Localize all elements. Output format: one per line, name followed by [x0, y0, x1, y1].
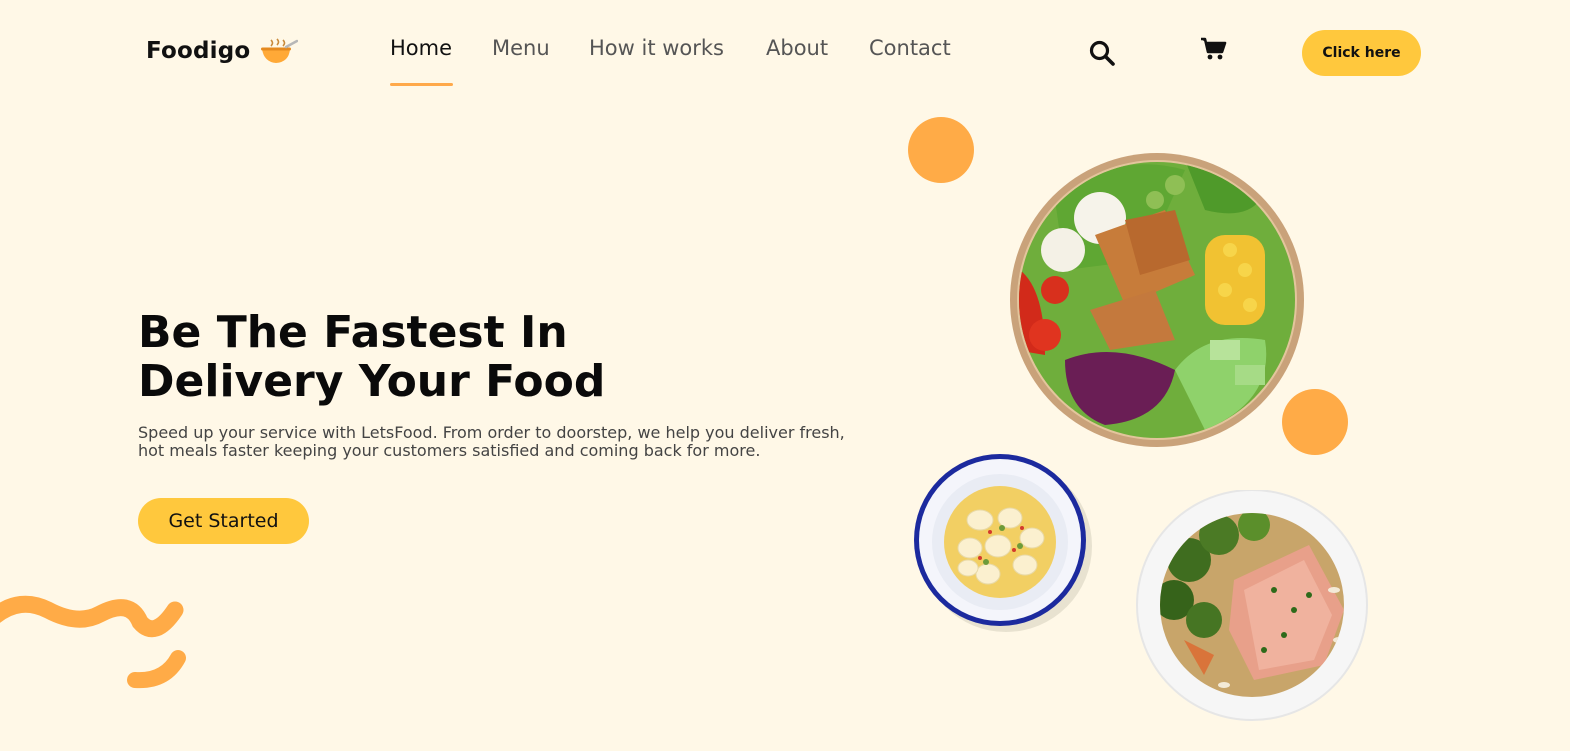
nav-item-how-it-works[interactable]: How it works: [589, 36, 724, 60]
search-icon[interactable]: [1088, 39, 1116, 67]
click-here-button[interactable]: Click here: [1302, 30, 1421, 76]
hero-description: Speed up your service with LetsFood. Fro…: [138, 423, 845, 460]
decorative-squiggle: [0, 595, 186, 689]
cart-icon[interactable]: [1200, 36, 1228, 62]
brand-name: Foodigo: [146, 38, 251, 64]
nav-item-menu[interactable]: Menu: [492, 36, 550, 60]
salad-bowl-image: [1010, 153, 1304, 447]
hero-title-line-2: Delivery Your Food: [138, 356, 606, 407]
get-started-button[interactable]: Get Started: [138, 498, 309, 544]
brand-logo[interactable]: Foodigo: [146, 36, 299, 66]
decorative-circle: [908, 117, 974, 183]
nav-item-about[interactable]: About: [766, 36, 828, 60]
hero-title-line-1: Be The Fastest In: [138, 307, 568, 358]
nav-active-underline: [390, 83, 453, 86]
nav-item-home[interactable]: Home: [390, 36, 452, 60]
salmon-plate-image: [1136, 490, 1368, 721]
soup-plate-image: [914, 454, 1092, 632]
soup-bowl-icon: [261, 38, 299, 63]
hero-title: Be The Fastest In Delivery Your Food: [138, 308, 698, 406]
nav-item-contact[interactable]: Contact: [869, 36, 951, 60]
